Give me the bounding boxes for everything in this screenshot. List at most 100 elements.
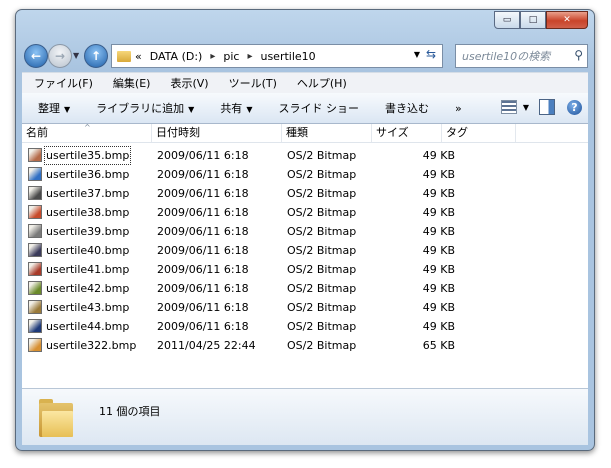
breadcrumb-drive[interactable]: DATA (D:) — [150, 50, 203, 63]
file-row[interactable]: usertile41.bmp 2009/06/11 6:18 OS/2 Bitmap… — [22, 260, 588, 279]
add-to-library-button[interactable]: ライブラリに追加 ▼ — [80, 100, 204, 116]
file-size: 49 KB — [422, 168, 455, 181]
search-box[interactable]: usertile10の検索 ⚲ — [455, 44, 588, 68]
file-row[interactable]: usertile40.bmp 2009/06/11 6:18 OS/2 Bitmap… — [22, 241, 588, 260]
file-type: OS/2 Bitmap — [287, 149, 357, 162]
menu-view[interactable]: 表示(V) — [158, 75, 216, 91]
file-type: OS/2 Bitmap — [287, 301, 357, 314]
help-icon[interactable]: ? — [567, 99, 582, 115]
file-type: OS/2 Bitmap — [287, 206, 357, 219]
image-file-icon — [28, 148, 42, 162]
file-row[interactable]: usertile44.bmp 2009/06/11 6:18 OS/2 Bitmap… — [22, 317, 588, 336]
file-size: 65 KB — [422, 339, 455, 352]
share-label: 共有 — [220, 102, 243, 115]
breadcrumb-current[interactable]: usertile10 — [260, 50, 315, 63]
slideshow-button[interactable]: スライド ショー — [262, 100, 369, 116]
file-row[interactable]: usertile35.bmp 2009/06/11 6:18 OS/2 Bitmap… — [22, 146, 588, 165]
image-file-icon — [28, 243, 42, 257]
address-dropdown-icon[interactable]: ▼ — [414, 50, 420, 59]
breadcrumb-separator-icon[interactable]: ▸ — [247, 51, 252, 62]
details-pane: 11 個の項目 — [22, 388, 588, 445]
menu-tools[interactable]: ツール(T) — [217, 75, 285, 91]
address-bar[interactable]: « DATA (D:) ▸ pic ▸ usertile10 ▼ ⇆ — [111, 44, 443, 68]
file-name[interactable]: usertile42.bmp — [44, 279, 131, 298]
view-options-icon[interactable] — [500, 100, 517, 114]
menu-edit[interactable]: 編集(E) — [101, 75, 159, 91]
menu-file[interactable]: ファイル(F) — [22, 75, 101, 91]
file-name[interactable]: usertile41.bmp — [44, 260, 131, 279]
file-name[interactable]: usertile40.bmp — [44, 241, 131, 260]
file-date: 2009/06/11 6:18 — [157, 225, 249, 238]
column-type[interactable]: 種類 — [282, 124, 372, 142]
column-size[interactable]: サイズ — [372, 124, 442, 142]
search-icon[interactable]: ⚲ — [574, 48, 583, 62]
column-name[interactable]: 名前 ^ — [22, 123, 152, 142]
back-button[interactable]: ← — [24, 44, 48, 68]
maximize-button[interactable]: □ — [520, 11, 546, 29]
breadcrumb-overflow[interactable]: « — [135, 50, 142, 63]
file-row[interactable]: usertile38.bmp 2009/06/11 6:18 OS/2 Bitmap… — [22, 203, 588, 222]
file-row[interactable]: usertile322.bmp 2011/04/25 22:44 OS/2 Bitm… — [22, 336, 588, 355]
menu-bar: ファイル(F) 編集(E) 表示(V) ツール(T) ヘルプ(H) — [22, 72, 588, 94]
file-row[interactable]: usertile37.bmp 2009/06/11 6:18 OS/2 Bitmap… — [22, 184, 588, 203]
image-file-icon — [28, 262, 42, 276]
image-file-icon — [28, 167, 42, 181]
image-file-icon — [28, 319, 42, 333]
breadcrumb-separator-icon[interactable]: ▸ — [210, 51, 215, 62]
preview-pane-icon[interactable] — [539, 99, 555, 115]
navigation-bar: ← → ▼ ↑ « DATA (D:) ▸ pic ▸ usertile10 ▼… — [22, 43, 588, 69]
file-row[interactable]: usertile39.bmp 2009/06/11 6:18 OS/2 Bitmap… — [22, 222, 588, 241]
breadcrumb-pic[interactable]: pic — [223, 50, 239, 63]
file-size: 49 KB — [422, 244, 455, 257]
column-tags[interactable]: タグ — [442, 124, 516, 142]
up-arrow-icon: ↑ — [90, 49, 102, 63]
file-row[interactable]: usertile42.bmp 2009/06/11 6:18 OS/2 Bitmap… — [22, 279, 588, 298]
file-name[interactable]: usertile39.bmp — [44, 222, 131, 241]
file-row[interactable]: usertile43.bmp 2009/06/11 6:18 OS/2 Bitmap… — [22, 298, 588, 317]
recent-pages-dropdown[interactable]: ▼ — [73, 51, 79, 60]
up-folder-button[interactable]: ↑ — [84, 44, 108, 68]
close-button[interactable]: ✕ — [546, 11, 588, 29]
image-file-icon — [28, 186, 42, 200]
minimize-button[interactable]: ▭ — [494, 11, 520, 29]
file-type: OS/2 Bitmap — [287, 339, 357, 352]
file-type: OS/2 Bitmap — [287, 225, 357, 238]
file-name[interactable]: usertile43.bmp — [44, 298, 131, 317]
file-name[interactable]: usertile44.bmp — [44, 317, 131, 336]
item-count: 11 個の項目 — [99, 405, 161, 418]
file-name[interactable]: usertile35.bmp — [44, 146, 132, 165]
image-file-icon — [28, 338, 42, 352]
burn-button[interactable]: 書き込む — [369, 100, 439, 116]
more-commands-button[interactable]: » — [439, 102, 472, 115]
file-name[interactable]: usertile37.bmp — [44, 184, 131, 203]
share-button[interactable]: 共有 ▼ — [204, 100, 262, 116]
file-row[interactable]: usertile36.bmp 2009/06/11 6:18 OS/2 Bitmap… — [22, 165, 588, 184]
chevron-down-icon[interactable]: ▼ — [523, 103, 529, 112]
file-size: 49 KB — [422, 225, 455, 238]
forward-arrow-icon: → — [54, 49, 66, 63]
file-date: 2011/04/25 22:44 — [157, 339, 256, 352]
forward-button[interactable]: → — [48, 44, 72, 68]
sort-ascending-icon: ^ — [84, 123, 91, 132]
explorer-window: ▭ □ ✕ ← → ▼ ↑ « DATA (D:) ▸ pic ▸ userti… — [15, 9, 595, 451]
file-type: OS/2 Bitmap — [287, 187, 357, 200]
file-size: 49 KB — [422, 187, 455, 200]
file-type: OS/2 Bitmap — [287, 282, 357, 295]
file-date: 2009/06/11 6:18 — [157, 168, 249, 181]
file-size: 49 KB — [422, 320, 455, 333]
file-date: 2009/06/11 6:18 — [157, 206, 249, 219]
file-name[interactable]: usertile38.bmp — [44, 203, 131, 222]
file-name[interactable]: usertile36.bmp — [44, 165, 131, 184]
file-date: 2009/06/11 6:18 — [157, 149, 249, 162]
refresh-icon[interactable]: ⇆ — [423, 47, 439, 63]
image-file-icon — [28, 224, 42, 238]
menu-help[interactable]: ヘルプ(H) — [285, 75, 355, 91]
file-date: 2009/06/11 6:18 — [157, 282, 249, 295]
folder-icon — [117, 50, 131, 62]
column-date[interactable]: 日付時刻 — [152, 124, 282, 142]
file-date: 2009/06/11 6:18 — [157, 320, 249, 333]
file-size: 49 KB — [422, 263, 455, 276]
organize-button[interactable]: 整理 ▼ — [22, 100, 80, 116]
file-name[interactable]: usertile322.bmp — [44, 336, 138, 355]
search-input[interactable]: usertile10の検索 — [462, 48, 550, 64]
